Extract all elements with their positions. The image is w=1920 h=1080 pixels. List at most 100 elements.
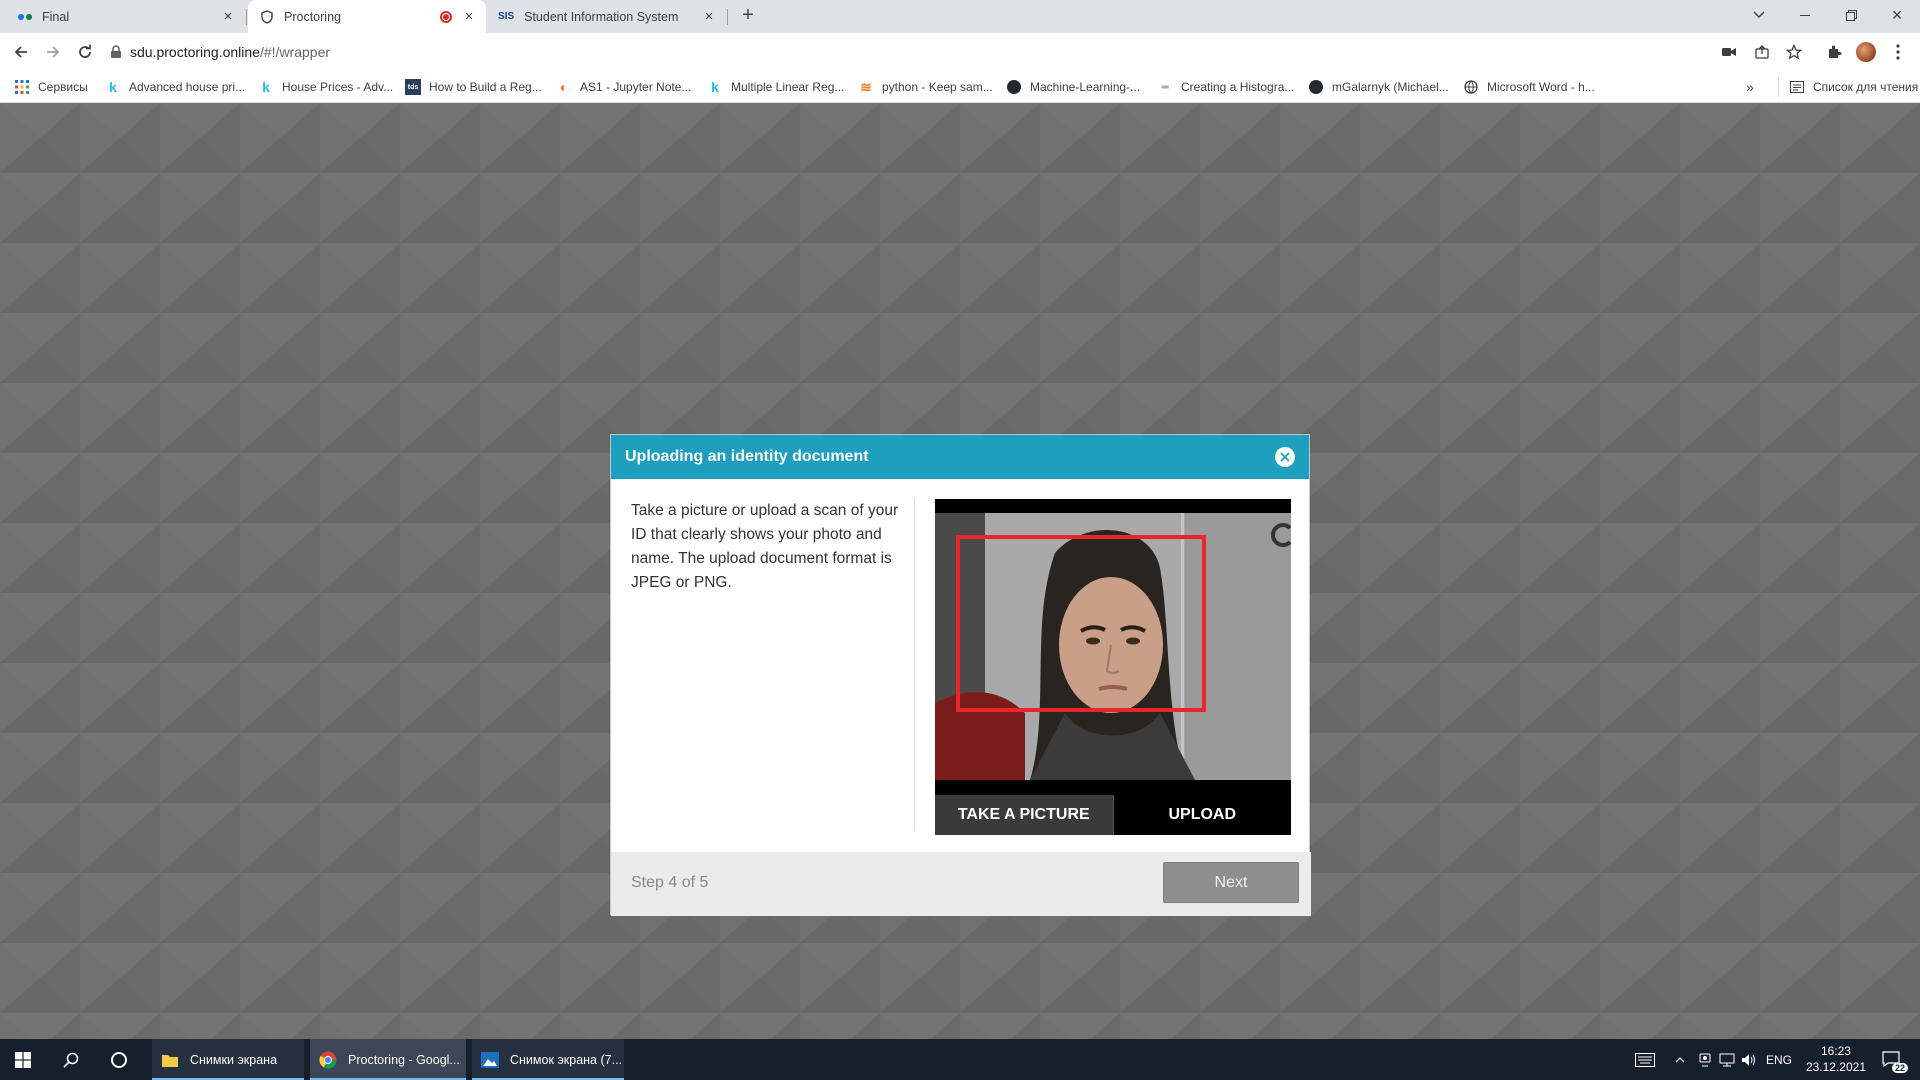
- dialog-body: Take a picture or upload a scan of your …: [611, 479, 1311, 852]
- minimize-button[interactable]: [1782, 0, 1828, 30]
- dots-icon: [18, 13, 32, 20]
- menu-icon[interactable]: [1888, 42, 1908, 62]
- tab-proctoring[interactable]: Proctoring ×: [248, 0, 486, 33]
- taskbar-app-label: Proctoring - Googl...: [348, 1052, 460, 1067]
- bookmark-item[interactable]: ◐ AS1 - Jupyter Note...: [556, 71, 692, 103]
- bookmark-item[interactable]: k Advanced house pri...: [105, 71, 245, 103]
- forward-button[interactable]: [41, 40, 65, 64]
- extensions-icon[interactable]: [1824, 42, 1844, 62]
- url-text: sdu.proctoring.online/#!/wrapper: [130, 44, 330, 60]
- github-icon: [1006, 79, 1022, 95]
- language-label: ENG: [1766, 1052, 1793, 1067]
- tab-separator: [246, 9, 247, 25]
- restore-icon: [1845, 9, 1857, 21]
- volume-icon[interactable]: [1738, 1039, 1760, 1080]
- avatar[interactable]: [1856, 42, 1876, 62]
- face-frame: [956, 535, 1206, 712]
- arrow-left-icon: [13, 44, 29, 60]
- clock[interactable]: 16:23 23.12.2021: [1806, 1043, 1866, 1075]
- dialog-title: Uploading an identity document: [625, 448, 869, 465]
- tab-search-button[interactable]: [1736, 0, 1782, 30]
- start-button[interactable]: [0, 1039, 46, 1080]
- bookmark-item[interactable]: ≋ python - Keep sam...: [858, 71, 993, 103]
- tab-title: Final: [42, 9, 70, 24]
- site-icon: tds: [405, 79, 421, 95]
- search-icon: [63, 1052, 79, 1068]
- tray-expand-icon[interactable]: [1668, 1039, 1692, 1080]
- bookmark-label: Microsoft Word - h...: [1487, 80, 1595, 94]
- reading-list-button[interactable]: Список для чтения: [1778, 77, 1918, 97]
- windows-icon: [15, 1051, 31, 1068]
- bookmark-label: How to Build a Reg...: [429, 80, 542, 94]
- dialog-header: Uploading an identity document: [611, 435, 1309, 479]
- tab-title: Student Information System: [524, 9, 679, 24]
- github-icon: [1308, 79, 1324, 95]
- camera-in-use-icon[interactable]: [1719, 42, 1739, 62]
- address-bar[interactable]: sdu.proctoring.online/#!/wrapper: [110, 38, 1710, 66]
- camera-switch-icon: [1271, 523, 1291, 547]
- taskbar-app-chrome[interactable]: Proctoring - Googl...: [310, 1039, 466, 1080]
- keyboard-icon[interactable]: [1630, 1039, 1660, 1080]
- tab-title: Proctoring: [284, 9, 341, 24]
- reload-button[interactable]: [73, 40, 97, 64]
- bookmark-item[interactable]: k House Prices - Adv...: [258, 71, 393, 103]
- tab-separator: [727, 9, 728, 25]
- url-host: sdu.proctoring.online: [130, 44, 260, 60]
- upload-button[interactable]: UPLOAD: [1113, 795, 1291, 835]
- instructions-text: Take a picture or upload a scan of your …: [631, 502, 899, 591]
- webcam-preview: [935, 513, 1291, 780]
- search-button[interactable]: [48, 1039, 94, 1080]
- bookmark-item[interactable]: k Multiple Linear Reg...: [707, 71, 844, 103]
- windows-taskbar: Снимки экрана Proctoring - Googl... Сним…: [0, 1039, 1920, 1080]
- dialog-footer: Step 4 of 5 Next: [611, 852, 1311, 916]
- take-picture-button[interactable]: TAKE A PICTURE: [935, 795, 1114, 835]
- camera-tray-icon[interactable]: [1694, 1039, 1716, 1080]
- share-icon[interactable]: [1752, 42, 1772, 62]
- bookmark-item[interactable]: Machine-Learning-...: [1006, 71, 1140, 103]
- step-indicator: Step 4 of 5: [631, 874, 709, 891]
- photos-icon: [480, 1050, 500, 1070]
- clock-date: 23.12.2021: [1805, 1060, 1866, 1074]
- chevron-down-icon: [1753, 11, 1765, 19]
- star-icon[interactable]: [1784, 42, 1804, 62]
- cortana-icon: [111, 1051, 127, 1068]
- network-icon[interactable]: [1716, 1039, 1738, 1080]
- close-tab-icon[interactable]: ×: [702, 8, 716, 25]
- action-center-button[interactable]: 22: [1872, 1039, 1912, 1080]
- notifications-icon: 22: [1882, 1050, 1908, 1073]
- restore-button[interactable]: [1828, 0, 1874, 30]
- cortana-button[interactable]: [96, 1039, 142, 1080]
- arrow-right-icon: [45, 44, 61, 60]
- more-bookmarks-button[interactable]: »: [1746, 71, 1754, 103]
- close-tab-icon[interactable]: ×: [221, 8, 235, 25]
- close-icon: ×: [1891, 4, 1903, 25]
- bookmark-label: Creating a Histogra...: [1181, 80, 1295, 94]
- bookmark-label: python - Keep sam...: [882, 80, 993, 94]
- close-dialog-button[interactable]: [1275, 447, 1295, 467]
- new-tab-button[interactable]: +: [737, 5, 759, 27]
- more-bookmarks-label: »: [1746, 79, 1754, 95]
- taskbar-app-label: Снимки экрана: [190, 1052, 278, 1067]
- kaggle-icon: k: [262, 79, 270, 95]
- stackoverflow-icon: ≋: [860, 78, 872, 95]
- reload-icon: [77, 44, 93, 60]
- back-button[interactable]: [9, 40, 33, 64]
- tab-student-information-system[interactable]: SIS Student Information System ×: [488, 0, 726, 33]
- next-button[interactable]: Next: [1163, 862, 1299, 903]
- taskbar-app-explorer[interactable]: Снимки экрана: [152, 1039, 304, 1080]
- bookmark-item[interactable]: tds How to Build a Reg...: [405, 71, 542, 103]
- close-tab-icon[interactable]: ×: [462, 8, 476, 25]
- minimize-icon: [1800, 14, 1810, 16]
- bookmark-label: mGalarnyk (Michael...: [1332, 80, 1449, 94]
- language-indicator[interactable]: ENG: [1766, 1039, 1792, 1080]
- reading-list-icon: [1789, 79, 1805, 95]
- bookmark-item[interactable]: ═ Creating a Histogra...: [1157, 71, 1294, 103]
- bookmark-item[interactable]: Microsoft Word - h...: [1463, 71, 1595, 103]
- bookmark-item[interactable]: mGalarnyk (Michael...: [1308, 71, 1449, 103]
- clock-time: 16:23: [1820, 1044, 1851, 1058]
- jupyter-icon: ◐: [559, 79, 569, 95]
- taskbar-app-photos[interactable]: Снимок экрана (7...: [472, 1039, 624, 1080]
- tab-final[interactable]: Final ×: [0, 0, 245, 33]
- bookmark-services[interactable]: Сервисы: [14, 71, 88, 103]
- close-window-button[interactable]: ×: [1874, 0, 1920, 30]
